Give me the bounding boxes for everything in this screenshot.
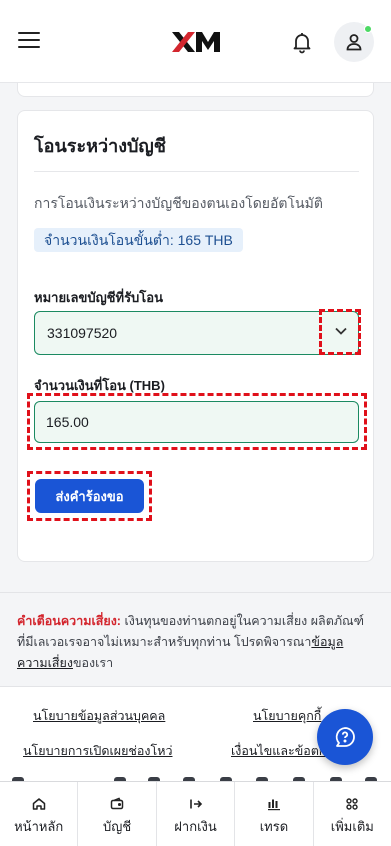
bell-icon[interactable] (290, 30, 314, 54)
nav-trade-label: เทรด (259, 819, 289, 834)
trade-icon (267, 799, 280, 811)
previous-card-edge (17, 83, 374, 97)
profile-avatar[interactable] (334, 22, 374, 62)
risk-warning-label: คำเตือนความเสี่ยง: (17, 614, 121, 628)
xm-logo[interactable] (170, 30, 222, 54)
chevron-down-icon (335, 327, 347, 335)
transfer-description: การโอนเงินระหว่างบัญชีของตนเองโดยอัตโนมั… (34, 195, 323, 211)
wallet-icon (110, 797, 124, 810)
nav-accounts-label: บัญชี (103, 819, 132, 834)
divider (34, 171, 359, 172)
live-chat-button[interactable] (317, 709, 373, 765)
bottom-nav: หน้าหลัก บัญชี ฝากเงิน เทรด เพิ่มเติม (0, 781, 391, 846)
vulnerability-disclosure-link[interactable]: นโยบายการเปิดเผยช่องโหว่ (23, 741, 172, 761)
submit-request-button[interactable]: ส่งคำร้องขอ (35, 479, 144, 513)
nav-deposit[interactable]: ฝากเงิน (157, 782, 236, 846)
account-select-value: 331097520 (47, 325, 118, 341)
more-icon (346, 798, 359, 810)
amount-input[interactable] (34, 401, 359, 443)
nav-more-label: เพิ่มเติม (330, 819, 374, 834)
nav-home-label: หน้าหลัก (14, 819, 64, 834)
menu-icon[interactable] (18, 32, 40, 50)
account-field-label: หมายเลขบัญชีที่รับโอน (34, 290, 163, 305)
transfer-card: โอนระหว่างบัญชี การโอนเงินระหว่างบัญชีขอ… (17, 110, 374, 562)
amount-field-highlight (27, 393, 367, 450)
online-status-dot (364, 25, 372, 33)
user-icon (346, 34, 362, 51)
deposit-icon (189, 799, 202, 809)
chat-help-icon (335, 727, 355, 747)
page-title: โอนระหว่างบัญชี (34, 136, 166, 156)
submit-highlight: ส่งคำร้องขอ (27, 471, 152, 521)
cookie-policy-link[interactable]: นโยบายคุกกี้ (253, 706, 321, 726)
privacy-policy-link[interactable]: นโยบายข้อมูลส่วนบุคคล (33, 706, 165, 726)
nav-accounts[interactable]: บัญชี (78, 782, 157, 846)
nav-trade[interactable]: เทรด (235, 782, 314, 846)
nav-deposit-label: ฝากเงิน (174, 819, 217, 834)
min-amount-text: จำนวนเงินโอนขั้นต่ำ: 165 THB (44, 232, 233, 248)
risk-warning-suffix: ของเรา (72, 656, 114, 670)
nav-home[interactable]: หน้าหลัก (0, 782, 79, 846)
min-amount-badge: จำนวนเงินโอนขั้นต่ำ: 165 THB (34, 228, 243, 252)
account-select[interactable]: 331097520 (34, 311, 359, 355)
account-dropdown-toggle[interactable] (319, 309, 361, 355)
home-icon (32, 798, 45, 810)
risk-warning-section: คำเตือนความเสี่ยง: เงินทุนของท่านตกอยู่ใ… (0, 592, 391, 685)
nav-more[interactable]: เพิ่มเติม (314, 782, 391, 846)
risk-warning-text: คำเตือนความเสี่ยง: เงินทุนของท่านตกอยู่ใ… (17, 611, 372, 674)
app-header (0, 0, 391, 83)
